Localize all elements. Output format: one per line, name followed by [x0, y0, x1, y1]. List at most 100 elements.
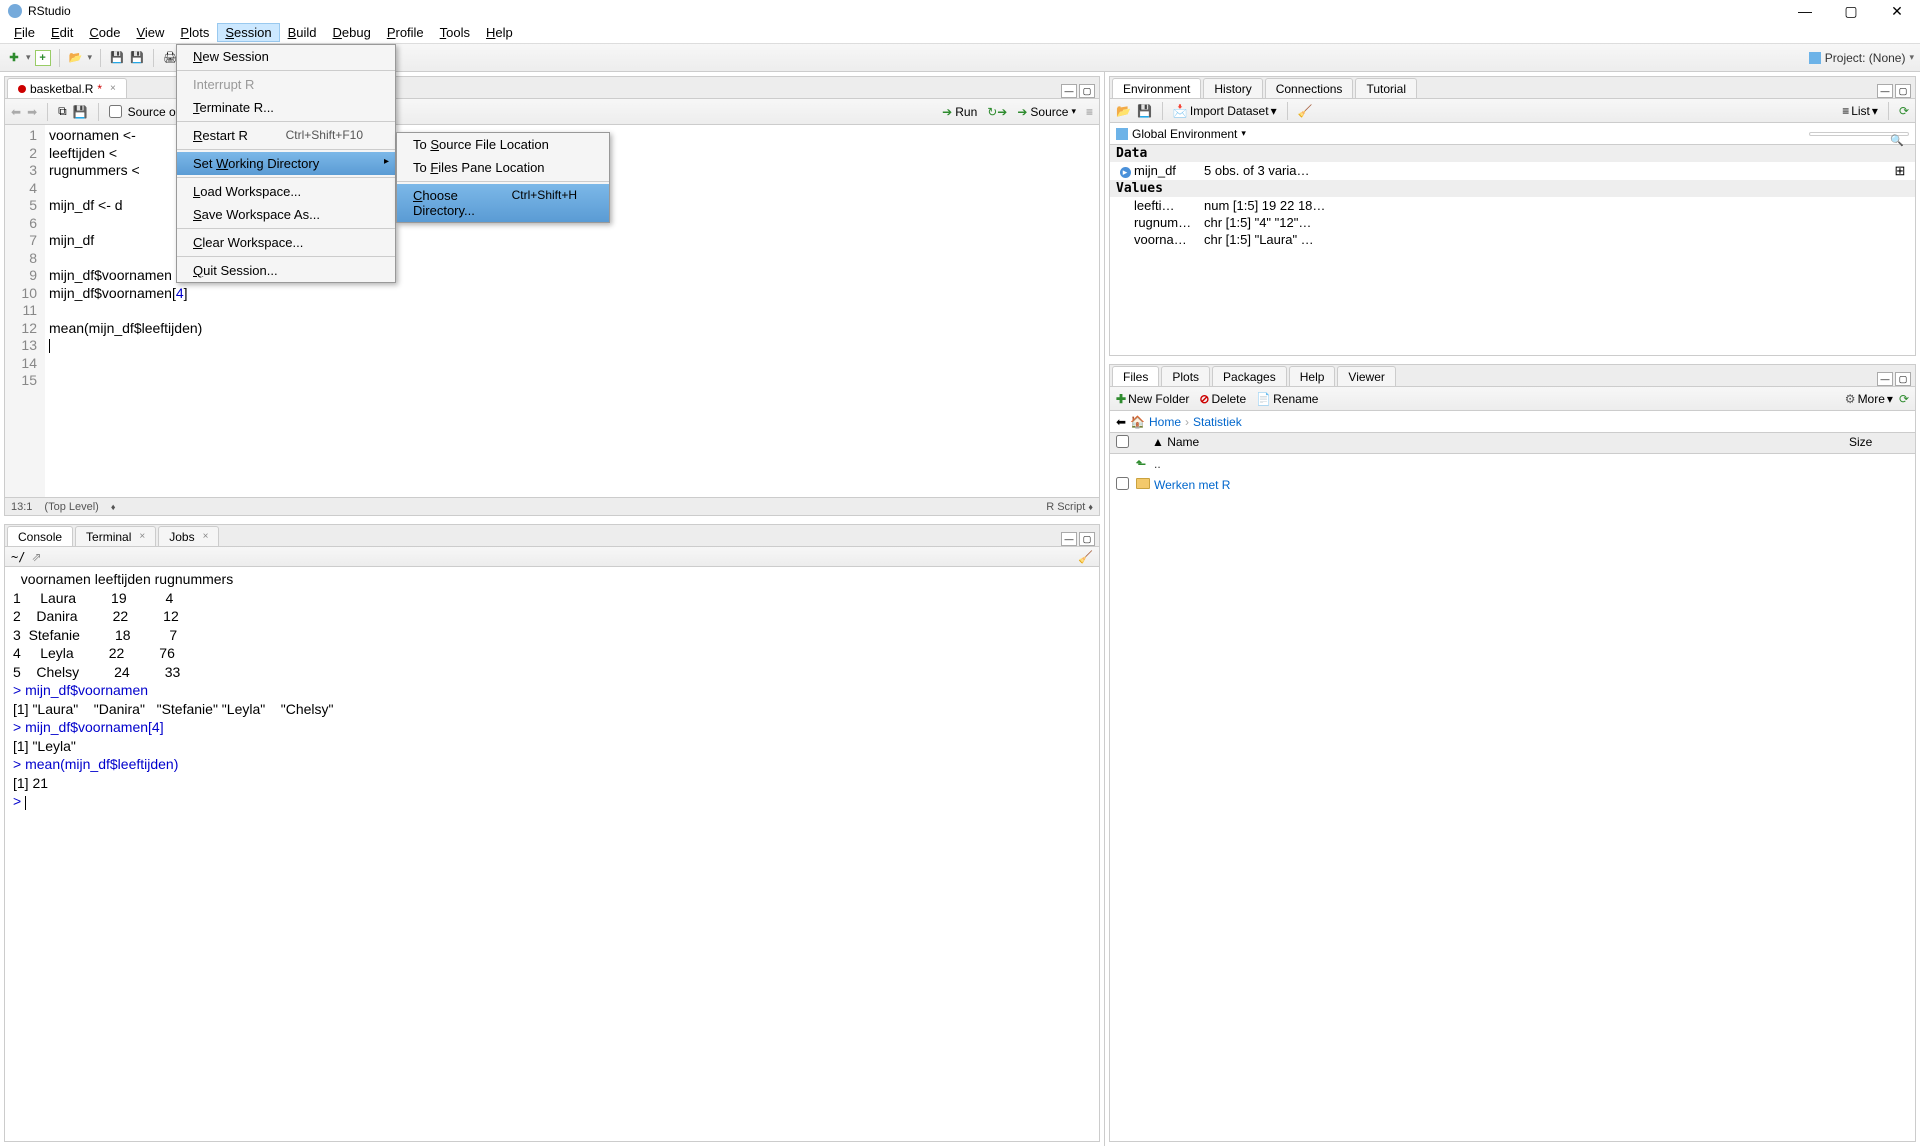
open-file-icon[interactable]: 📂	[68, 50, 84, 66]
breadcrumb-folder[interactable]: Statistiek	[1193, 415, 1242, 429]
tab-console[interactable]: Console	[7, 526, 73, 546]
menu-tools[interactable]: Tools	[432, 23, 478, 42]
tab-packages[interactable]: Packages	[1212, 366, 1287, 386]
close-icon[interactable]: ×	[203, 531, 209, 542]
more-button[interactable]: ⚙More ▾	[1845, 392, 1893, 406]
menu-new-session[interactable]: New Session	[177, 45, 395, 68]
wd-popout-icon[interactable]: ⇗	[31, 550, 41, 564]
clear-console-icon[interactable]: 🧹	[1078, 550, 1093, 564]
submenu-choose-directory[interactable]: Choose Directory...Ctrl+Shift+H	[397, 184, 609, 222]
source-tab[interactable]: basketbal.R* ×	[7, 78, 127, 98]
col-name[interactable]: ▲ Name	[1136, 435, 1849, 451]
file-row-up[interactable]: ⬑ ..	[1110, 454, 1915, 474]
menu-code[interactable]: Code	[81, 23, 128, 42]
tab-help[interactable]: Help	[1289, 366, 1336, 386]
show-in-new-window-icon[interactable]: ⧉	[58, 104, 67, 119]
menu-terminate-r[interactable]: Terminate R...	[177, 96, 395, 119]
env-row[interactable]: leefti…num [1:5] 19 22 18…	[1110, 197, 1915, 214]
tab-jobs[interactable]: Jobs×	[158, 526, 219, 546]
project-selector[interactable]: Project: (None) ▾	[1809, 51, 1914, 65]
close-tab-icon[interactable]: ×	[110, 83, 116, 94]
maximize-pane-icon[interactable]: ▢	[1895, 84, 1911, 98]
select-all-checkbox[interactable]	[1116, 435, 1129, 448]
outline-icon[interactable]: ≡	[1086, 105, 1093, 119]
col-size[interactable]: Size	[1849, 435, 1909, 451]
console-output[interactable]: voornamen leeftijden rugnummers 1 Laura …	[5, 567, 1099, 1141]
maximize-pane-icon[interactable]: ▢	[1895, 372, 1911, 386]
rename-button[interactable]: 📄 Rename	[1256, 392, 1318, 406]
menu-clear-workspace[interactable]: Clear Workspace...	[177, 231, 395, 254]
clear-env-icon[interactable]: 🧹	[1298, 104, 1313, 118]
import-dataset-button[interactable]: 📩 Import Dataset ▾	[1173, 104, 1277, 118]
save-icon[interactable]: 💾	[109, 50, 125, 66]
tab-plots[interactable]: Plots	[1161, 366, 1210, 386]
env-scope-label[interactable]: Global Environment	[1132, 127, 1237, 141]
new-file-icon[interactable]: ✚	[6, 50, 22, 66]
menu-plots[interactable]: Plots	[172, 23, 217, 42]
tab-connections[interactable]: Connections	[1265, 78, 1354, 98]
env-row[interactable]: ▸ mijn_df 5 obs. of 3 varia… ⊞	[1110, 162, 1915, 180]
home-icon[interactable]: 🏠	[1130, 415, 1145, 429]
load-workspace-icon[interactable]: 📂	[1116, 104, 1131, 118]
refresh-icon[interactable]: ⟳	[1899, 104, 1909, 118]
back-icon[interactable]: ⬅	[11, 105, 21, 119]
submenu-to-files-pane-location[interactable]: To Files Pane Location	[397, 156, 609, 179]
maximize-pane-icon[interactable]: ▢	[1079, 532, 1095, 546]
menu-edit[interactable]: Edit	[43, 23, 81, 42]
tab-environment[interactable]: Environment	[1112, 78, 1201, 98]
env-search-input[interactable]: 🔍	[1809, 132, 1909, 136]
source-button[interactable]: ➔Source ▾	[1017, 105, 1076, 119]
minimize-pane-icon[interactable]: —	[1061, 84, 1077, 98]
submenu-to-source-file-location[interactable]: To Source File Location	[397, 133, 609, 156]
close-icon[interactable]: ×	[139, 531, 145, 542]
tab-viewer[interactable]: Viewer	[1337, 366, 1395, 386]
save-source-icon[interactable]: 💾	[73, 105, 88, 119]
tab-files[interactable]: Files	[1112, 366, 1159, 386]
menu-file[interactable]: File	[6, 23, 43, 42]
file-checkbox[interactable]	[1116, 477, 1129, 490]
tab-tutorial[interactable]: Tutorial	[1355, 78, 1417, 98]
menu-debug[interactable]: Debug	[325, 23, 379, 42]
menu-session[interactable]: Session	[217, 23, 279, 42]
scope-label[interactable]: (Top Level)	[44, 501, 98, 513]
maximize-pane-icon[interactable]: ▢	[1079, 84, 1095, 98]
minimize-pane-icon[interactable]: —	[1877, 84, 1893, 98]
breadcrumb-home[interactable]: Home	[1149, 415, 1181, 429]
tab-terminal[interactable]: Terminal×	[75, 526, 156, 546]
menu-interrupt-r: Interrupt R	[177, 73, 395, 96]
env-row[interactable]: voorna…chr [1:5] "Laura" …	[1110, 231, 1915, 248]
minimize-pane-icon[interactable]: —	[1877, 372, 1893, 386]
refresh-files-icon[interactable]: ⟳	[1899, 392, 1909, 406]
save-all-icon[interactable]: 💾	[129, 50, 145, 66]
rerun-icon[interactable]: ↻➔	[987, 105, 1007, 119]
menu-save-workspace-as[interactable]: Save Workspace As...	[177, 203, 395, 226]
script-type[interactable]: R Script	[1046, 501, 1085, 513]
save-workspace-icon[interactable]: 💾	[1137, 104, 1152, 118]
menu-build[interactable]: Build	[280, 23, 325, 42]
menu-profile[interactable]: Profile	[379, 23, 432, 42]
menu-restart-r[interactable]: Restart RCtrl+Shift+F10	[177, 124, 395, 147]
view-data-icon[interactable]: ⊞	[1891, 163, 1909, 179]
menu-load-workspace[interactable]: Load Workspace...	[177, 180, 395, 203]
new-project-icon[interactable]: +	[35, 50, 51, 66]
run-button[interactable]: ➔Run	[942, 105, 977, 119]
list-view-button[interactable]: ≡ List ▾	[1842, 104, 1878, 118]
minimize-pane-icon[interactable]: —	[1061, 532, 1077, 546]
close-button[interactable]: ✕	[1874, 0, 1920, 22]
menu-set-working-directory[interactable]: Set Working Directory	[177, 152, 395, 175]
source-on-save-checkbox[interactable]	[109, 105, 122, 118]
minimize-button[interactable]: —	[1782, 0, 1828, 22]
window-titlebar: RStudio	[0, 0, 1920, 22]
new-folder-button[interactable]: ✚New Folder	[1116, 392, 1189, 406]
delete-button[interactable]: ⊘Delete	[1199, 392, 1246, 406]
expand-icon[interactable]: ▸	[1120, 167, 1131, 178]
menu-view[interactable]: View	[128, 23, 172, 42]
forward-icon[interactable]: ➡	[27, 105, 37, 119]
menu-quit-session[interactable]: Quit Session...	[177, 259, 395, 282]
goto-dir-icon[interactable]: ⬅	[1116, 415, 1126, 429]
maximize-button[interactable]: ▢	[1828, 0, 1874, 22]
file-row[interactable]: Werken met R	[1110, 474, 1915, 496]
tab-history[interactable]: History	[1203, 78, 1262, 98]
env-row[interactable]: rugnum…chr [1:5] "4" "12"…	[1110, 214, 1915, 231]
menu-help[interactable]: Help	[478, 23, 521, 42]
